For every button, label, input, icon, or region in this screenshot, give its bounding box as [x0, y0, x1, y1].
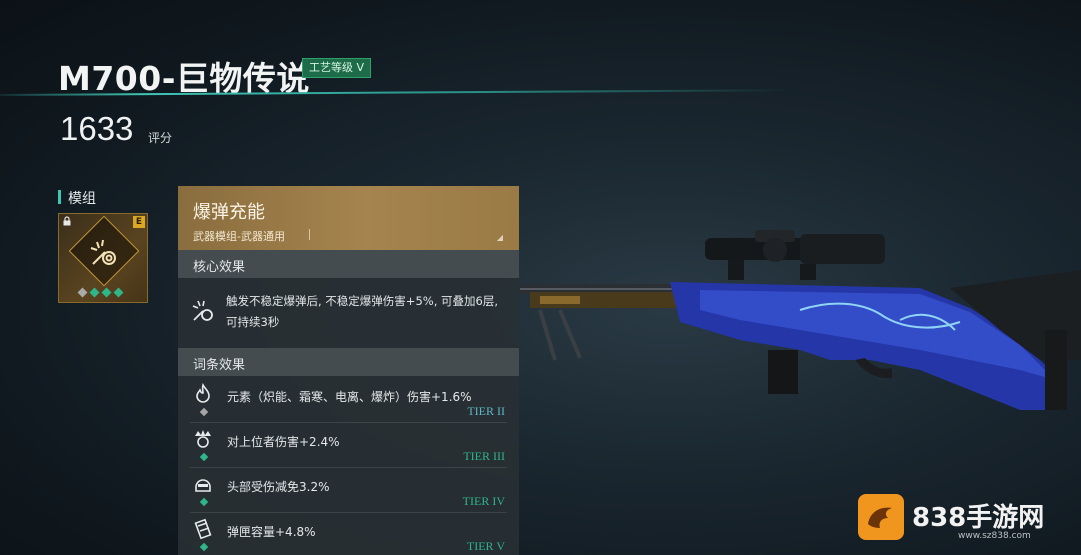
- affix-text: 对上位者伤害+2.4%: [227, 435, 340, 449]
- module-category: 武器模组-武器通用: [193, 230, 285, 243]
- affix-row: 弹匣容量+4.8% TIER V: [178, 513, 519, 555]
- core-effect-heading: 核心效果: [178, 250, 519, 278]
- level-dot: [101, 287, 112, 298]
- tier-gem: [199, 497, 209, 507]
- panel-header: 爆弹充能 武器模组-武器通用 ◢: [178, 186, 519, 250]
- watermark-url: www.sz838.com: [958, 531, 1031, 541]
- magazine-icon: [194, 518, 212, 540]
- affix-tier: TIER III: [463, 449, 505, 463]
- explosive-charge-icon: [192, 300, 213, 321]
- lock-icon: [62, 216, 72, 229]
- tier-gem: [199, 452, 209, 462]
- craft-grade-badge: 工艺等级 V: [302, 58, 372, 78]
- affix-row: 对上位者伤害+2.4% TIER III: [178, 423, 519, 468]
- watermark-dragon-logo-icon: [858, 494, 904, 540]
- affix-text: 弹匣容量+4.8%: [227, 525, 316, 539]
- module-level-dots: [77, 287, 124, 298]
- rifle-illustration: [520, 230, 1081, 410]
- explosive-charge-icon: [90, 239, 116, 265]
- core-effect-label: 核心效果: [193, 260, 246, 275]
- affix-row: 头部受伤减免3.2% TIER IV: [178, 468, 519, 513]
- affix-text: 头部受伤减免3.2%: [227, 480, 330, 494]
- core-effect-text: 触发不稳定爆弹后, 不稳定爆弹伤害+5%, 可叠加6层, 可持续3秒: [226, 294, 498, 329]
- affix-label: 词条效果: [193, 358, 246, 373]
- core-effect-row: 触发不稳定爆弹后, 不稳定爆弹伤害+5%, 可叠加6层, 可持续3秒: [178, 278, 519, 348]
- helmet-icon: [195, 479, 211, 492]
- level-dot: [77, 287, 88, 298]
- module-slot[interactable]: E: [58, 213, 148, 303]
- section-accent-bar: [58, 190, 61, 204]
- tier-gem: [199, 542, 209, 552]
- module-detail-panel: 爆弹充能 武器模组-武器通用 ◢ 核心效果 触发不稳定爆弹后, 不稳定爆弹伤害+…: [178, 186, 519, 555]
- level-dot: [113, 287, 124, 298]
- flame-icon: [196, 383, 210, 403]
- rank-badge: E: [133, 216, 145, 228]
- subtitle-divider: [309, 229, 310, 240]
- level-dot: [89, 287, 100, 298]
- module-title: 爆弹充能: [193, 202, 265, 223]
- score-unit-label: 评分: [148, 131, 173, 145]
- watermark-brand: 838手游网: [912, 503, 1045, 533]
- affix-row: 元素（炽能、霜寒、电离、爆炸）伤害+1.6% TIER II: [178, 378, 519, 423]
- affix-tier: TIER IV: [462, 494, 505, 508]
- weapon-score: 1633: [60, 110, 134, 147]
- module-section-label: 模组: [68, 191, 96, 207]
- weapon-detail-screen: M700-巨物传说 工艺等级 V 1633 评分 模组 E 爆弹充能 武器模组-…: [0, 0, 1081, 555]
- affix-tier: TIER V: [466, 539, 505, 553]
- tier-gem: [199, 407, 209, 417]
- affix-heading: 词条效果: [178, 348, 519, 376]
- affix-text: 元素（炽能、霜寒、电离、爆炸）伤害+1.6%: [227, 390, 472, 404]
- crown-skull-icon: [195, 430, 211, 448]
